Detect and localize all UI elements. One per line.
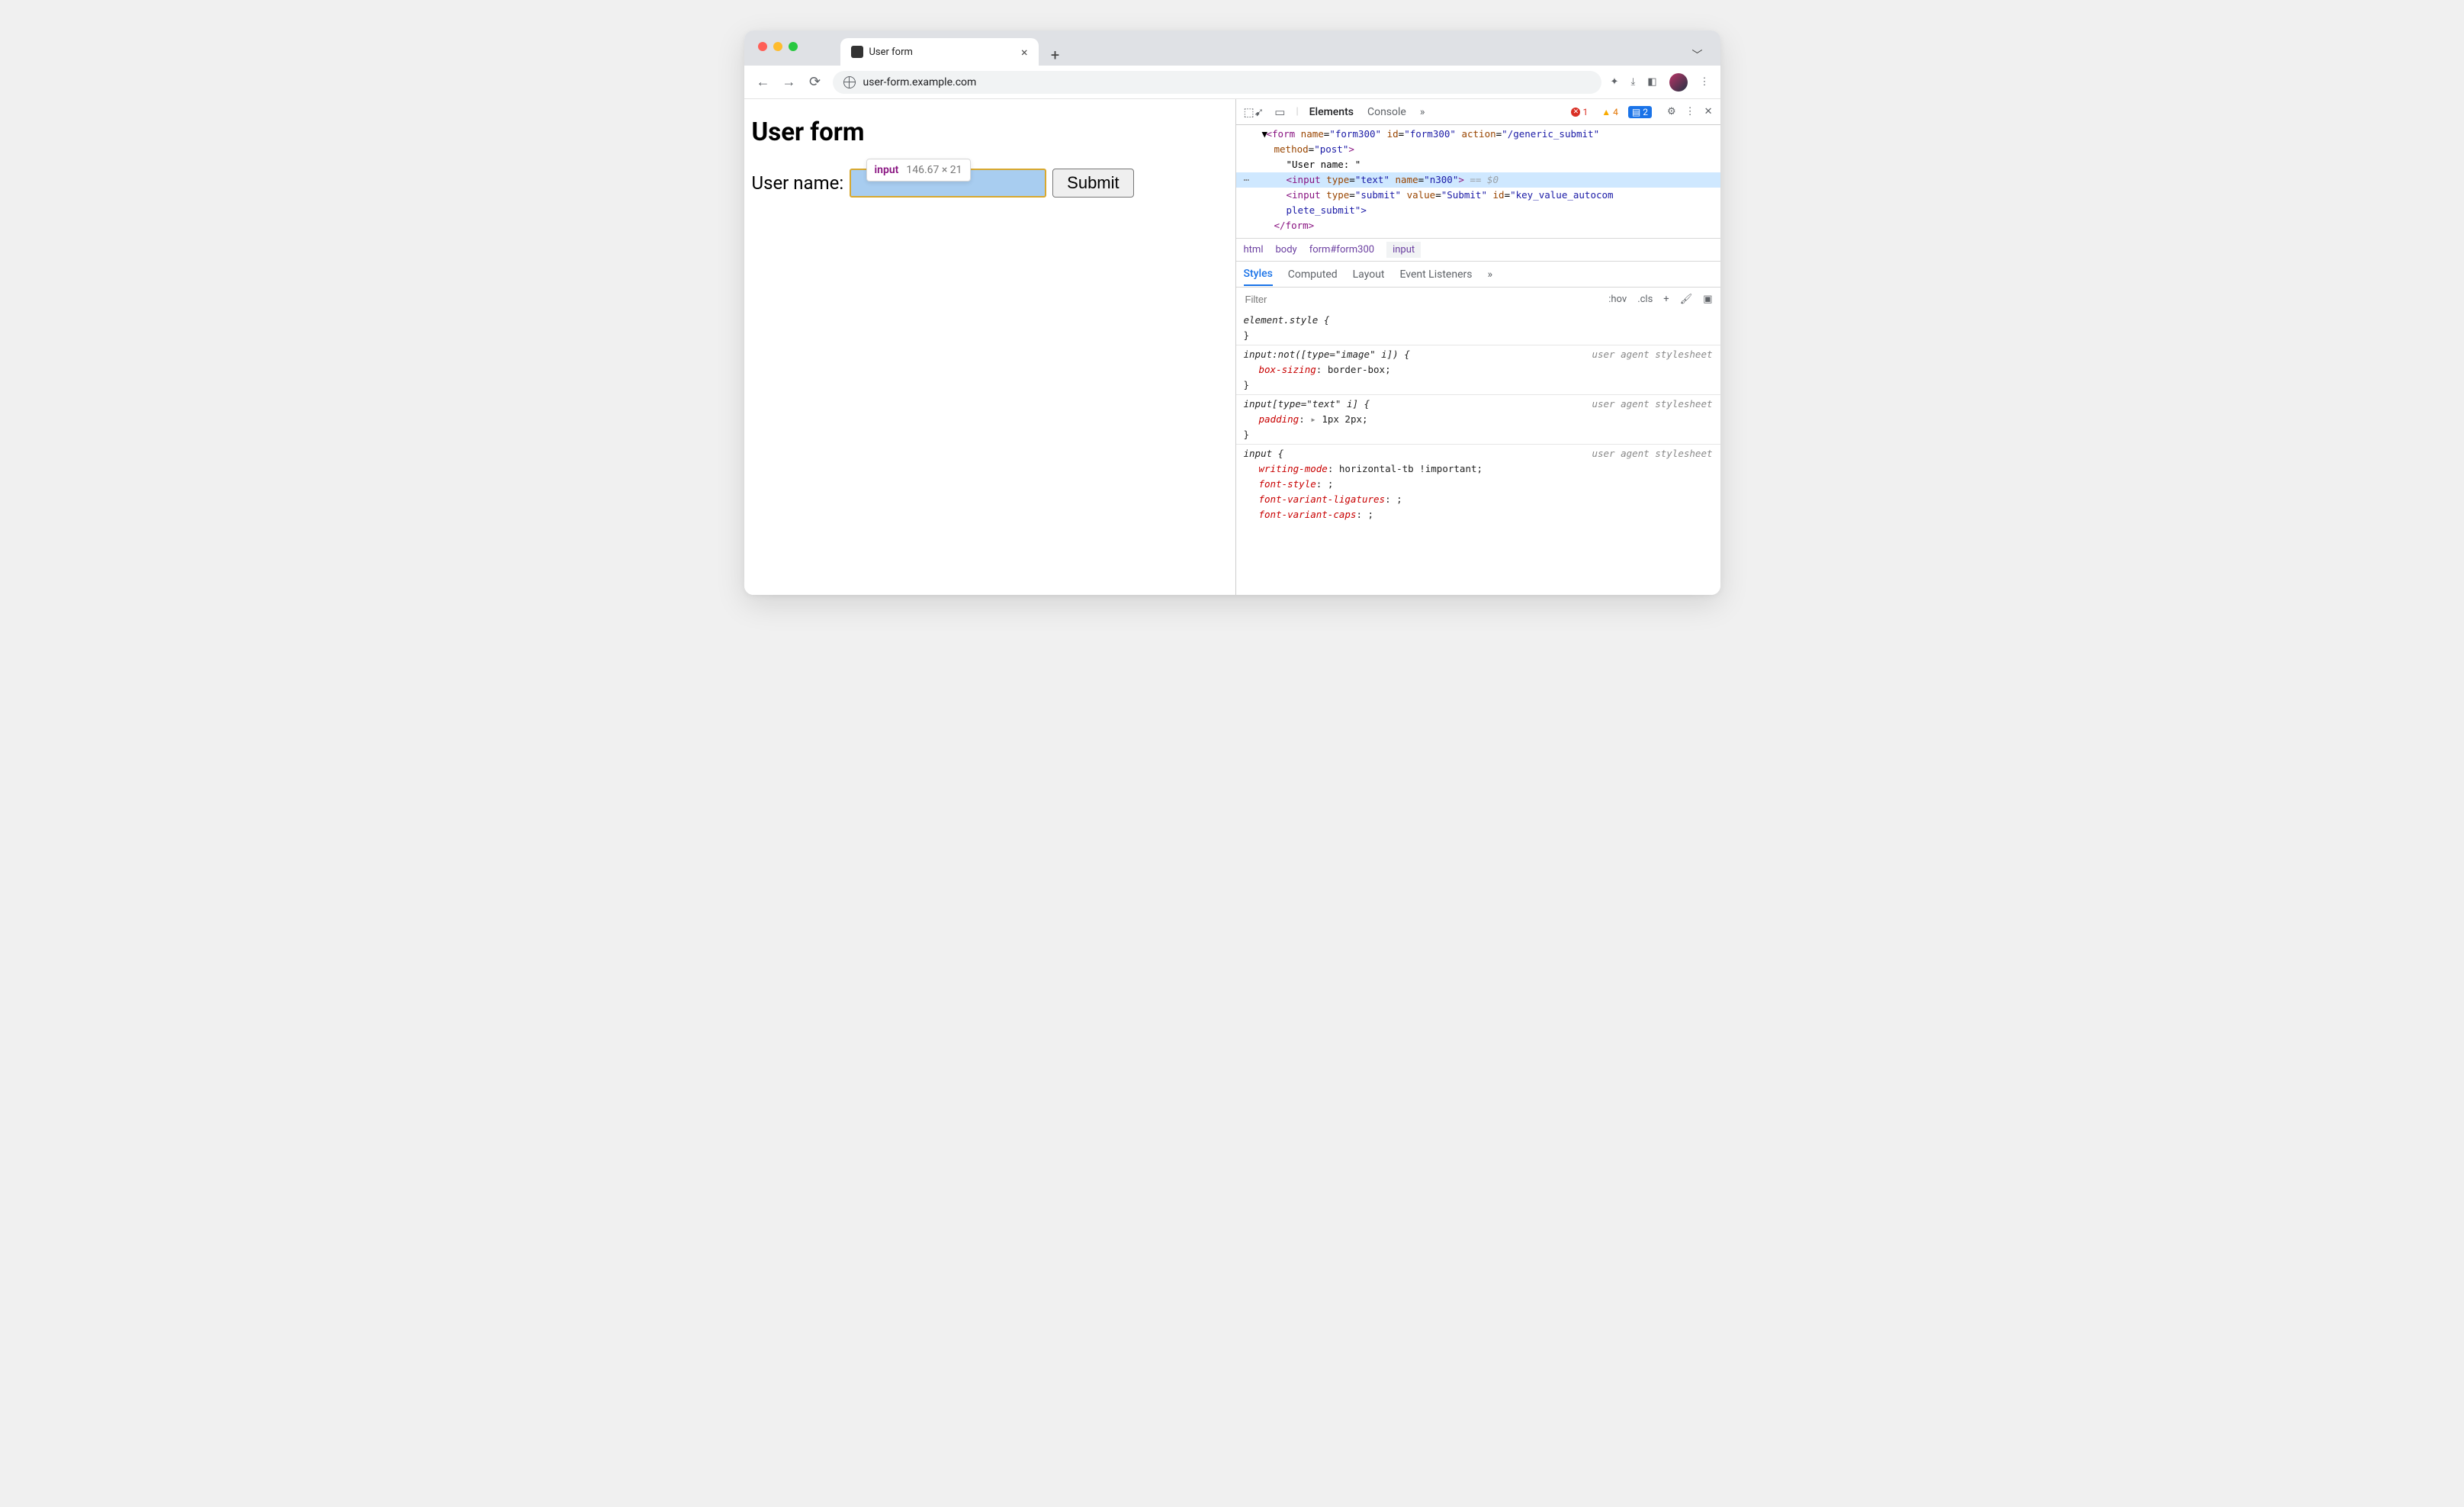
inspect-tooltip: input 146.67 × 21	[866, 159, 971, 182]
browser-window: User form × + ﹀ ← → ⟳ user-form.example.…	[744, 31, 1720, 595]
dom-tree[interactable]: ▼ <form name="form300" id="form300" acti…	[1236, 125, 1720, 238]
device-toggle-icon[interactable]: ▭	[1274, 105, 1285, 119]
kebab-menu-icon[interactable]: ⋮	[1700, 76, 1710, 88]
styles-filter-bar: :hov .cls + 🖌 ▣	[1236, 287, 1720, 311]
hov-toggle[interactable]: :hov	[1608, 294, 1627, 305]
warning-badge[interactable]: ▲4	[1598, 106, 1622, 118]
url-text: user-form.example.com	[863, 76, 977, 88]
download-icon[interactable]: ⤓	[1630, 76, 1635, 88]
crumb-form[interactable]: form#form300	[1309, 244, 1374, 255]
page-viewport: User form User name: Submit input 146.67…	[744, 99, 1235, 595]
tab-title: User form	[869, 47, 1015, 58]
tooltip-dimensions: 146.67 × 21	[906, 164, 962, 176]
sidepanel-icon[interactable]: ◧	[1647, 76, 1656, 88]
tab-styles-more[interactable]: »	[1487, 264, 1492, 285]
css-rule[interactable]: user agent stylesheet input { writing-mo…	[1236, 444, 1720, 524]
page-heading: User form	[752, 117, 1228, 147]
crumb-body[interactable]: body	[1275, 244, 1296, 255]
tabs-dropdown-button[interactable]: ﹀	[1687, 44, 1708, 66]
tab-computed[interactable]: Computed	[1288, 264, 1338, 285]
tab-event-listeners[interactable]: Event Listeners	[1400, 264, 1473, 285]
tab-elements[interactable]: Elements	[1309, 103, 1354, 121]
settings-icon[interactable]: ⚙	[1667, 106, 1676, 117]
cls-toggle[interactable]: .cls	[1637, 294, 1653, 305]
expand-triangle-icon[interactable]: ▼	[1262, 127, 1268, 142]
new-rule-button[interactable]: +	[1663, 294, 1669, 305]
css-rule[interactable]: user agent stylesheet input[type="text" …	[1236, 394, 1720, 444]
devtools-close-icon[interactable]: ✕	[1704, 106, 1713, 117]
dom-breadcrumb: html body form#form300 input	[1236, 238, 1720, 261]
reload-button[interactable]: ⟳	[807, 74, 824, 91]
crumb-input[interactable]: input	[1386, 242, 1421, 258]
titlebar: User form × + ﹀	[744, 31, 1720, 66]
content-area: User form User name: Submit input 146.67…	[744, 99, 1720, 595]
back-button[interactable]: ←	[755, 74, 772, 91]
expand-triangle-icon[interactable]: ▸	[1310, 413, 1322, 425]
css-rule[interactable]: user agent stylesheet input:not([type="i…	[1236, 345, 1720, 394]
username-label: User name:	[752, 172, 844, 194]
profile-avatar[interactable]	[1669, 73, 1688, 92]
traffic-lights	[758, 42, 798, 51]
globe-icon	[843, 76, 856, 88]
paint-icon[interactable]: 🖌	[1680, 294, 1693, 305]
close-window-button[interactable]	[758, 42, 767, 51]
devtools-header: ⬚➹ ▭ | Elements Console » ✕1 ▲4 ▤ 2 ⚙ ⋮ …	[1236, 99, 1720, 125]
toolbar-icons: ✦ ⤓ ◧ ⋮	[1611, 73, 1710, 92]
css-rule[interactable]: element.style { }	[1236, 311, 1720, 345]
toolbar: ← → ⟳ user-form.example.com ✦ ⤓ ◧ ⋮	[744, 66, 1720, 99]
user-form: User name: Submit	[752, 169, 1228, 198]
tab-more[interactable]: »	[1420, 103, 1425, 121]
styles-tabs: Styles Computed Layout Event Listeners »	[1236, 261, 1720, 287]
new-tab-button[interactable]: +	[1045, 44, 1066, 66]
devtools-kebab-icon[interactable]: ⋮	[1685, 106, 1695, 117]
tab-layout[interactable]: Layout	[1353, 264, 1385, 285]
close-tab-icon[interactable]: ×	[1021, 45, 1028, 59]
browser-tab[interactable]: User form ×	[840, 38, 1039, 66]
issues-badge[interactable]: ▤ 2	[1628, 106, 1652, 118]
inspect-icon[interactable]: ⬚➹	[1244, 105, 1264, 119]
panel-toggle-icon[interactable]: ▣	[1703, 294, 1712, 305]
address-bar[interactable]: user-form.example.com	[833, 71, 1601, 94]
styles-rules: element.style { } user agent stylesheet …	[1236, 311, 1720, 595]
tab-styles[interactable]: Styles	[1244, 263, 1273, 286]
styles-filter-input[interactable]	[1236, 288, 1518, 311]
crumb-html[interactable]: html	[1244, 244, 1264, 255]
favicon-icon	[851, 46, 863, 58]
tooltip-tag: input	[875, 164, 899, 176]
forward-button[interactable]: →	[781, 74, 798, 91]
devtools-panel: ⬚➹ ▭ | Elements Console » ✕1 ▲4 ▤ 2 ⚙ ⋮ …	[1235, 99, 1720, 595]
maximize-window-button[interactable]	[789, 42, 798, 51]
dom-selected-node[interactable]: <input type="text" name="n300"> == $0	[1236, 172, 1720, 188]
dom-text-node: "User name: "	[1287, 159, 1361, 170]
extensions-icon[interactable]: ✦	[1611, 76, 1619, 88]
submit-button[interactable]: Submit	[1052, 169, 1133, 198]
error-badge[interactable]: ✕1	[1567, 106, 1592, 118]
tab-console[interactable]: Console	[1367, 103, 1406, 121]
minimize-window-button[interactable]	[773, 42, 782, 51]
